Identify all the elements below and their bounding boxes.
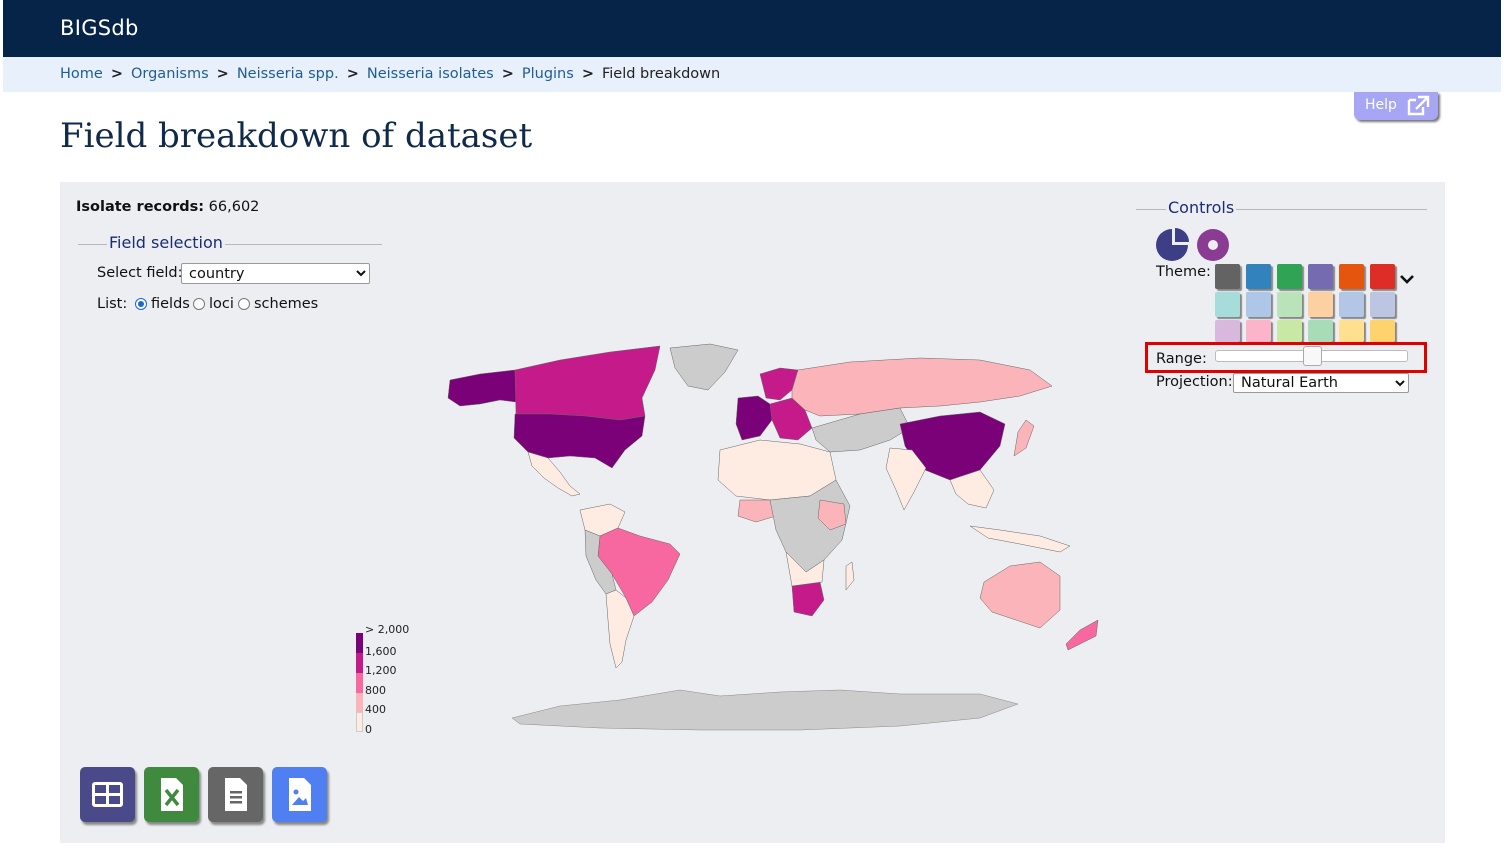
theme-swatch[interactable] (1277, 264, 1302, 289)
list-fields-radio[interactable] (135, 298, 147, 310)
excel-icon (161, 778, 183, 811)
legend-color-bar (356, 633, 363, 653)
breadcrumb-home[interactable]: Home (60, 66, 103, 82)
theme-swatch[interactable] (1308, 320, 1333, 342)
chevron-down-icon[interactable] (1399, 273, 1415, 285)
theme-swatch[interactable] (1339, 264, 1364, 289)
list-schemes-radio[interactable] (238, 298, 250, 310)
legend-color-bar (356, 693, 363, 712)
legend-color-bar (356, 673, 363, 693)
breadcrumb-neisseria-spp[interactable]: Neisseria spp. (237, 66, 339, 82)
theme-swatch[interactable] (1277, 320, 1302, 342)
legend-tick-label: 400 (365, 703, 386, 716)
map-country-antarctica (511, 689, 1019, 731)
image-file-icon (289, 778, 311, 811)
records-value: 66,602 (208, 199, 260, 215)
donut-chart-icon[interactable] (1196, 228, 1230, 262)
page-title: Field breakdown of dataset (60, 116, 533, 156)
breadcrumb-separator: > (346, 66, 359, 82)
help-label: Help (1365, 97, 1397, 113)
map-country-canada (514, 345, 661, 421)
theme-swatch[interactable] (1215, 292, 1240, 317)
breadcrumb-neisseria-isolates[interactable]: Neisseria isolates (367, 66, 494, 82)
legend-tick-label: > 2,000 (365, 623, 410, 636)
theme-swatch[interactable] (1246, 320, 1271, 342)
projection-dropdown[interactable]: Natural Earth (1233, 373, 1409, 393)
legend-tick-label: 1,200 (365, 664, 397, 677)
top-header (3, 0, 1501, 57)
breadcrumb: Home > Organisms > Neisseria spp. > Neisseria … (60, 66, 720, 82)
theme-swatch[interactable] (1246, 264, 1271, 289)
excel-export-button[interactable] (144, 767, 199, 822)
range-highlight-box (1145, 342, 1427, 373)
legend-tick-label: 1,600 (365, 645, 397, 658)
external-link-icon (1407, 95, 1430, 116)
breadcrumb-organisms[interactable]: Organisms (131, 66, 209, 82)
pie-chart-icon[interactable] (1155, 228, 1191, 262)
list-fields-label: fields (151, 296, 190, 312)
legend-color-bar (356, 653, 363, 673)
theme-swatch[interactable] (1370, 320, 1395, 342)
breadcrumb-plugins[interactable]: Plugins (522, 66, 574, 82)
map-country-alaska (447, 369, 517, 407)
map-country-mexico (527, 451, 581, 497)
list-loci-radio[interactable] (193, 298, 205, 310)
theme-swatch[interactable] (1277, 292, 1302, 317)
select-field-label: Select field: (97, 265, 183, 281)
controls-legend: Controls (1166, 198, 1237, 217)
records-label: Isolate records: (76, 199, 205, 215)
map-country-madagascar (845, 561, 855, 591)
map-country-new-zealand (1065, 619, 1099, 651)
isolate-records: Isolate records: 66,602 (76, 199, 259, 215)
text-export-button[interactable] (208, 767, 263, 822)
text-file-icon (225, 778, 247, 811)
map-country-greenland (669, 343, 739, 391)
map-country-russia (791, 357, 1053, 417)
brand-title[interactable]: BIGSdb (60, 16, 139, 40)
select-field-dropdown[interactable]: country (181, 263, 370, 284)
map-country-south-africa (791, 581, 825, 617)
theme-swatch[interactable] (1370, 292, 1395, 317)
theme-label: Theme: (1156, 264, 1211, 280)
list-label: List: (97, 296, 128, 312)
breadcrumb-separator: > (501, 66, 514, 82)
projection-label: Projection: (1156, 374, 1233, 390)
theme-swatch[interactable] (1215, 320, 1240, 342)
map-country-australia (979, 561, 1061, 629)
field-selection-legend: Field selection (107, 233, 225, 252)
table-icon (92, 782, 123, 807)
theme-swatch[interactable] (1370, 264, 1395, 289)
table-export-button[interactable] (80, 767, 135, 822)
breadcrumb-current: Field breakdown (601, 66, 721, 82)
theme-swatch[interactable] (1215, 264, 1240, 289)
theme-swatch[interactable] (1339, 320, 1364, 342)
theme-swatch[interactable] (1308, 292, 1333, 317)
map-country-japan (1013, 419, 1035, 457)
legend-tick-label: 800 (365, 684, 386, 697)
image-export-button[interactable] (272, 767, 327, 822)
theme-swatch[interactable] (1339, 292, 1364, 317)
legend-tick-label: 0 (365, 723, 372, 736)
list-schemes-label: schemes (254, 296, 319, 312)
world-map[interactable] (420, 340, 1140, 740)
help-button[interactable]: Help (1354, 92, 1438, 120)
breadcrumb-separator: > (110, 66, 123, 82)
map-country-western-europe (735, 395, 773, 441)
list-loci-label: loci (209, 296, 234, 312)
map-country-indonesia (969, 525, 1071, 553)
map-country-west-africa (737, 499, 777, 523)
legend-color-bar (356, 712, 363, 732)
theme-swatch[interactable] (1308, 264, 1333, 289)
breadcrumb-separator: > (581, 66, 594, 82)
breadcrumb-separator: > (216, 66, 229, 82)
theme-swatch[interactable] (1246, 292, 1271, 317)
